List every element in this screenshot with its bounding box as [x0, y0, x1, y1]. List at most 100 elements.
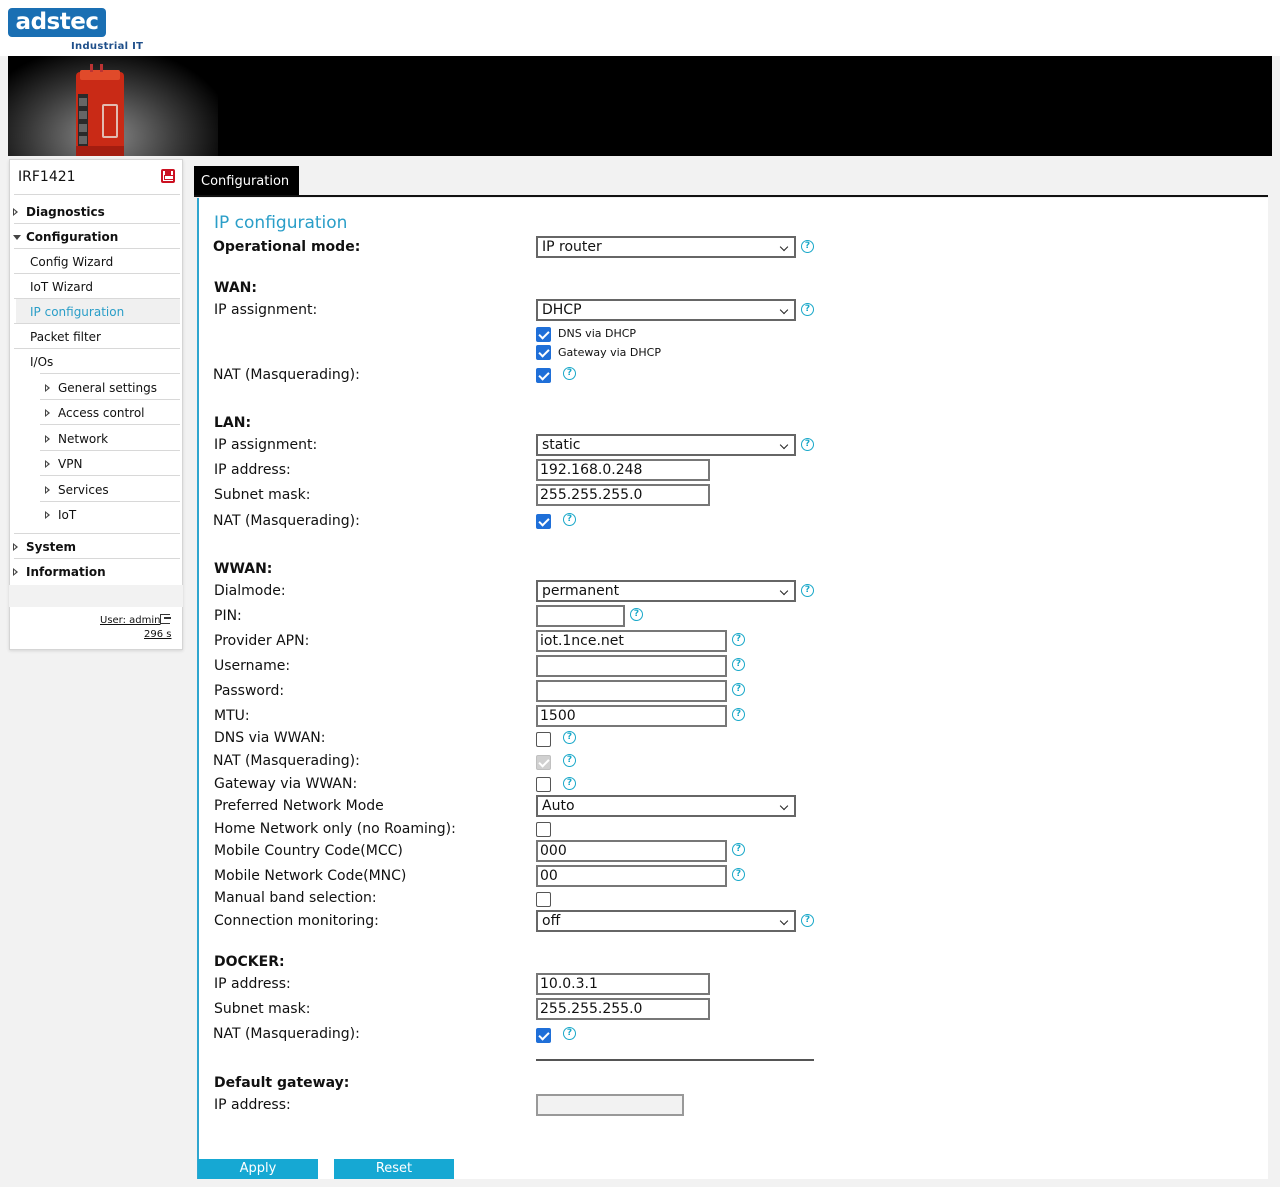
wan-nat-checkbox[interactable]: [536, 368, 551, 383]
gateway-ip-label: IP address:: [214, 1097, 291, 1113]
network-mode-select[interactable]: Auto: [536, 795, 796, 817]
session-timer: 296 s: [144, 629, 172, 640]
docker-nat-checkbox[interactable]: [536, 1028, 551, 1043]
docker-nat-label: NAT (Masquerading):: [213, 1026, 360, 1042]
expand-vpn-icon[interactable]: [45, 460, 50, 468]
help-icon[interactable]: ?: [563, 777, 576, 790]
help-icon[interactable]: ?: [563, 513, 576, 526]
username-input[interactable]: [536, 655, 727, 677]
collapse-configuration-icon[interactable]: [13, 235, 21, 240]
lan-ip-assignment-select[interactable]: static: [536, 434, 796, 456]
home-network-checkbox[interactable]: [536, 822, 551, 837]
lan-ip-input[interactable]: 192.168.0.248: [536, 459, 710, 481]
help-icon[interactable]: ?: [732, 868, 745, 881]
sidebar-item-iot-wizard[interactable]: IoT Wizard: [30, 280, 93, 294]
sidebar-item-system[interactable]: System: [26, 540, 76, 554]
wan-gateway-dhcp-label: Gateway via DHCP: [558, 346, 661, 359]
help-icon[interactable]: ?: [732, 708, 745, 721]
sidebar-item-services[interactable]: Services: [58, 483, 109, 497]
sidebar-item-network[interactable]: Network: [58, 432, 108, 446]
sidebar-item-config-wizard[interactable]: Config Wizard: [30, 255, 113, 269]
help-icon[interactable]: ?: [563, 754, 576, 767]
wan-ip-assignment-select[interactable]: DHCP: [536, 299, 796, 321]
help-icon[interactable]: ?: [563, 1027, 576, 1040]
expand-system-icon[interactable]: [13, 543, 18, 551]
mcc-input[interactable]: 000: [536, 840, 727, 862]
wan-ip-assignment-label: IP assignment:: [214, 302, 318, 318]
help-icon[interactable]: ?: [801, 303, 814, 316]
wwan-nat-checkbox: [536, 755, 551, 770]
help-icon[interactable]: ?: [801, 240, 814, 253]
help-icon[interactable]: ?: [732, 683, 745, 696]
sidebar-item-configuration[interactable]: Configuration: [26, 230, 118, 244]
docker-heading: DOCKER:: [214, 954, 285, 970]
sidebar-item-ios[interactable]: I/Os: [30, 355, 53, 369]
wwan-heading: WWAN:: [214, 561, 273, 577]
expand-information-icon[interactable]: [13, 568, 18, 576]
home-network-label: Home Network only (no Roaming):: [214, 821, 456, 837]
expand-general-settings-icon[interactable]: [45, 384, 50, 392]
sidebar-item-access-control[interactable]: Access control: [58, 406, 145, 420]
user-link[interactable]: User: admin: [100, 615, 161, 626]
expand-iot-icon[interactable]: [45, 511, 50, 519]
help-icon[interactable]: ?: [563, 731, 576, 744]
help-icon[interactable]: ?: [801, 914, 814, 927]
wan-dns-dhcp-checkbox[interactable]: [536, 327, 551, 342]
adstec-logo: adstec: [8, 8, 106, 37]
gateway-heading: Default gateway:: [214, 1075, 350, 1091]
apn-input[interactable]: iot.1nce.net: [536, 630, 727, 652]
save-icon[interactable]: [161, 169, 175, 183]
docker-ip-label: IP address:: [214, 976, 291, 992]
dns-wwan-label: DNS via WWAN:: [214, 730, 326, 746]
sidebar-item-ip-configuration[interactable]: IP configuration: [30, 305, 124, 319]
opmode-select[interactable]: IP router: [536, 236, 796, 258]
expand-network-icon[interactable]: [45, 435, 50, 443]
help-icon[interactable]: ?: [801, 438, 814, 451]
help-icon[interactable]: ?: [801, 584, 814, 597]
logout-icon[interactable]: [160, 614, 171, 624]
lan-mask-input[interactable]: 255.255.255.0: [536, 484, 710, 506]
mcc-label: Mobile Country Code(MCC): [214, 843, 403, 859]
mtu-input[interactable]: 1500: [536, 705, 727, 727]
pin-label: PIN:: [214, 608, 242, 624]
help-icon[interactable]: ?: [732, 633, 745, 646]
pin-input[interactable]: [536, 605, 625, 627]
reset-button[interactable]: Reset: [334, 1159, 454, 1179]
expand-diagnostics-icon[interactable]: [13, 208, 18, 216]
sidebar-item-iot[interactable]: IoT: [58, 508, 76, 522]
sidebar-item-packet-filter[interactable]: Packet filter: [30, 330, 101, 344]
expand-services-icon[interactable]: [45, 486, 50, 494]
lan-nat-checkbox[interactable]: [536, 514, 551, 529]
help-icon[interactable]: ?: [630, 608, 643, 621]
page-title: IP configuration: [214, 213, 348, 233]
gateway-wwan-label: Gateway via WWAN:: [214, 776, 358, 792]
sidebar-item-information[interactable]: Information: [26, 565, 106, 579]
sidebar-item-general-settings[interactable]: General settings: [58, 381, 157, 395]
docker-ip-input[interactable]: 10.0.3.1: [536, 973, 710, 995]
header-bar: [0, 0, 1280, 56]
wan-gateway-dhcp-checkbox[interactable]: [536, 345, 551, 360]
password-input[interactable]: [536, 680, 727, 702]
dns-wwan-checkbox[interactable]: [536, 732, 551, 747]
band-selection-checkbox[interactable]: [536, 892, 551, 907]
tab-configuration[interactable]: Configuration: [194, 166, 299, 196]
help-icon[interactable]: ?: [732, 843, 745, 856]
sidebar-item-diagnostics[interactable]: Diagnostics: [26, 205, 105, 219]
expand-access-control-icon[interactable]: [45, 409, 50, 417]
lan-ip-label: IP address:: [214, 462, 291, 478]
apply-button[interactable]: Apply: [198, 1159, 318, 1179]
mnc-input[interactable]: 00: [536, 865, 727, 887]
gateway-ip-input[interactable]: [536, 1094, 684, 1116]
conn-monitoring-select[interactable]: off: [536, 910, 796, 932]
dialmode-select[interactable]: permanent: [536, 580, 796, 602]
help-icon[interactable]: ?: [732, 658, 745, 671]
wan-nat-label: NAT (Masquerading):: [213, 367, 360, 383]
logo-subtitle: Industrial IT: [71, 41, 144, 52]
help-icon[interactable]: ?: [563, 367, 576, 380]
gateway-wwan-checkbox[interactable]: [536, 777, 551, 792]
wan-dns-dhcp-label: DNS via DHCP: [558, 327, 637, 340]
sidebar-item-vpn[interactable]: VPN: [58, 457, 82, 471]
network-mode-label: Preferred Network Mode: [214, 798, 384, 814]
password-label: Password:: [214, 683, 285, 699]
docker-mask-input[interactable]: 255.255.255.0: [536, 998, 710, 1020]
